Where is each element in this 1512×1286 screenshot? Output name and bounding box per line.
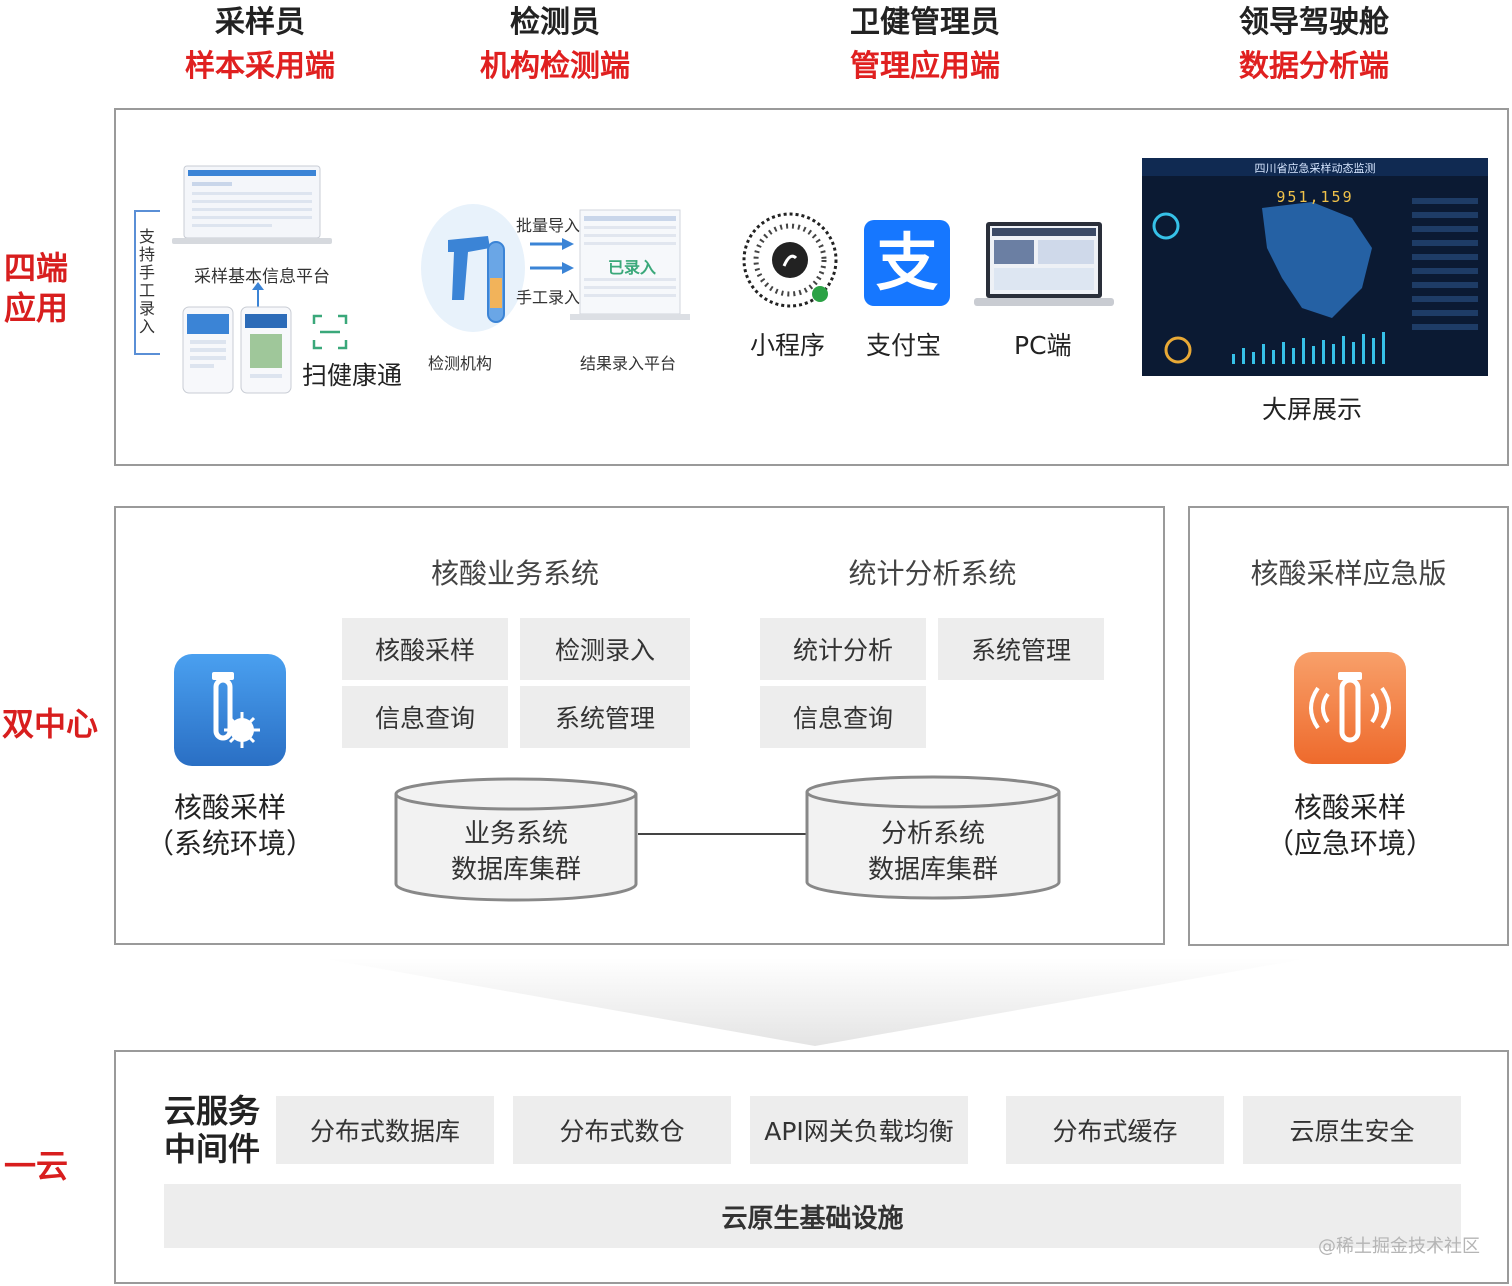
role-title-sampler: 采样员	[215, 5, 305, 40]
role-title-tester: 检测员	[510, 5, 600, 40]
tile-distributed-cache: 分布式缓存	[1006, 1096, 1224, 1164]
manual-entry-label: 支持手工录入	[139, 227, 156, 336]
tile-stat-analysis: 统计分析	[760, 618, 926, 680]
screen-title: 四川省应急采样动态监测	[1254, 162, 1376, 175]
role-title-leader: 领导驾驶舱	[1239, 5, 1389, 40]
tile-nucleic-sampling: 核酸采样	[342, 618, 508, 680]
tile-distributed-db: 分布式数据库	[276, 1096, 494, 1164]
nucleic-sampling-app-icon	[172, 652, 288, 768]
env-caption-1: 核酸采样	[173, 791, 286, 824]
side-label-one-cloud: 一云	[4, 1147, 69, 1185]
tile-cloud-native-security: 云原生安全	[1243, 1096, 1461, 1164]
big-screen-dashboard: 四川省应急采样动态监测 951,159	[1142, 158, 1488, 376]
alipay-glyph: 支	[875, 226, 938, 299]
stats-db-label-1: 分析系统	[880, 819, 985, 849]
funnel-shape	[320, 958, 1310, 1048]
pc-laptop-icon	[974, 220, 1114, 310]
laptop-mockup	[172, 164, 332, 248]
business-system-title: 核酸业务系统	[430, 557, 599, 590]
tile-stat-system-mgmt: 系统管理	[938, 618, 1104, 680]
role-sub-tester: 机构检测端	[480, 49, 630, 84]
side-label-dual-center: 双中心	[2, 705, 99, 743]
emerg-caption-1: 核酸采样	[1293, 791, 1406, 824]
tile-test-entry: 检测录入	[520, 618, 690, 680]
entered-badge: 已录入	[608, 258, 657, 277]
role-sub-admin: 管理应用端	[850, 49, 1000, 84]
infra-bar: 云原生基础设施	[164, 1184, 1461, 1248]
side-label-four-ends: 四端 应用	[4, 249, 69, 327]
tile-distributed-warehouse: 分布式数仓	[513, 1096, 731, 1164]
scan-icon	[312, 314, 348, 350]
tile-stat-info-query: 信息查询	[760, 686, 926, 748]
emerg-caption-2: （应急环境）	[1265, 827, 1434, 860]
stats-db-label-2: 数据库集群	[867, 855, 998, 885]
big-screen-label: 大屏展示	[1262, 395, 1363, 424]
stats-system-title: 统计分析系统	[848, 557, 1017, 590]
pc-label: PC端	[1014, 331, 1072, 360]
role-sub-leader: 数据分析端	[1239, 49, 1389, 84]
tile-api-gateway: API网关负载均衡	[750, 1096, 968, 1164]
emergency-system-title: 核酸采样应急版	[1250, 557, 1447, 590]
phone-mockup-1	[182, 306, 234, 394]
watermark: @稀土掘金技术社区	[1318, 1236, 1480, 1257]
mini-program-label: 小程序	[750, 331, 826, 360]
arrow-right-icon	[530, 236, 574, 280]
db-connector-line	[638, 833, 806, 835]
mini-program-qr-icon	[742, 212, 838, 308]
tile-system-mgmt: 系统管理	[520, 686, 690, 748]
result-platform-label: 结果录入平台	[580, 354, 677, 373]
cloud-frame	[114, 1050, 1509, 1284]
business-db-label-1: 业务系统	[463, 819, 568, 849]
testing-org-label: 检测机构	[428, 354, 493, 373]
middleware-label-2: 中间件	[164, 1130, 261, 1168]
test-tube-illustration	[418, 200, 528, 335]
alipay-label: 支付宝	[866, 331, 942, 360]
tile-info-query: 信息查询	[342, 686, 508, 748]
screen-number: 951,159	[1276, 188, 1354, 206]
middleware-label-1: 云服务	[164, 1092, 261, 1130]
alipay-icon: 支	[864, 220, 950, 306]
role-sub-sampler: 样本采用端	[185, 49, 335, 84]
role-title-admin: 卫健管理员	[850, 5, 1000, 40]
emergency-sampling-app-icon	[1292, 650, 1408, 766]
scan-health-code-label: 扫健康通	[302, 361, 403, 390]
phone-mockup-2	[240, 306, 292, 394]
env-caption-2: （系统环境）	[145, 827, 314, 860]
business-db-label-2: 数据库集群	[450, 855, 581, 885]
